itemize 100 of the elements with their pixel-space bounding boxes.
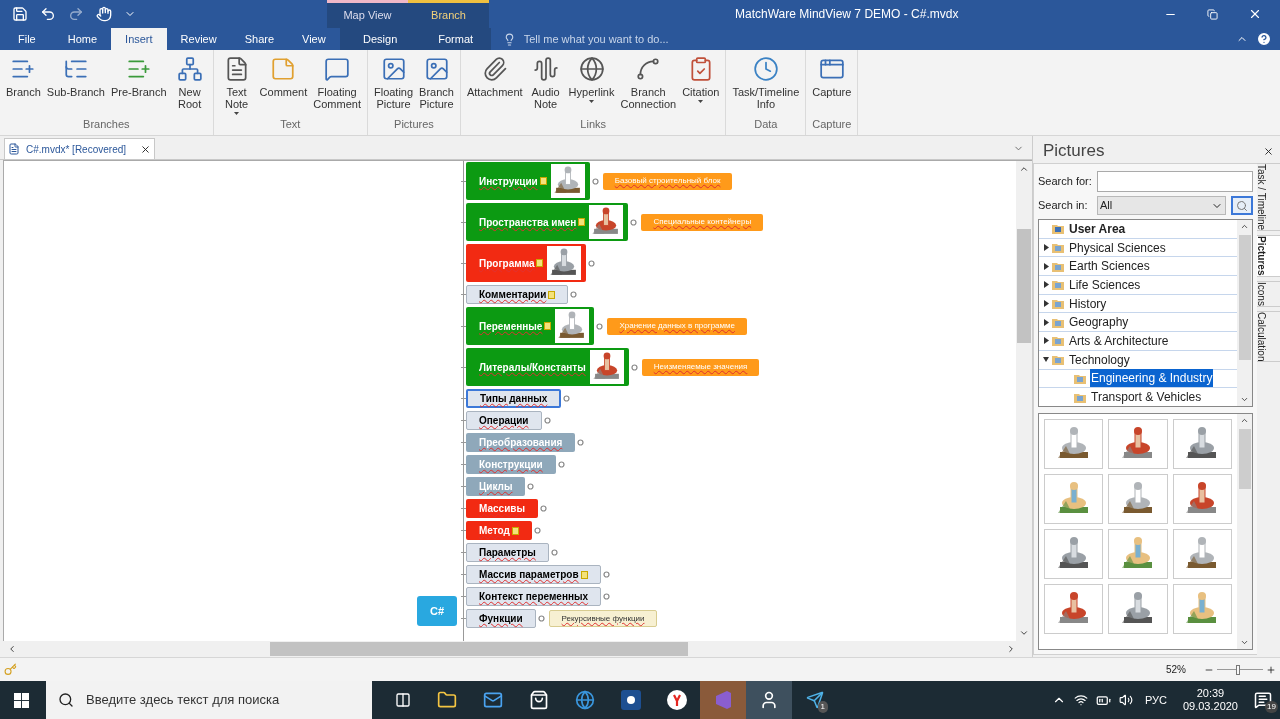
tree-item[interactable]: Life Sciences	[1068, 275, 1142, 294]
scrollbar-thumb[interactable]	[1017, 229, 1031, 343]
tree-item[interactable]: User Area	[1068, 220, 1127, 238]
connector-dot-icon[interactable]	[570, 291, 578, 298]
mindmap-branch[interactable]: Операции	[466, 411, 542, 430]
mindmap-branch[interactable]: Программа	[466, 244, 587, 282]
collapsed-arrow-icon[interactable]	[1042, 244, 1049, 252]
connector-dot-icon[interactable]	[527, 483, 535, 490]
ribbon-button[interactable]: Citation	[679, 56, 723, 116]
mindmap-branch[interactable]: Контекст переменных	[466, 587, 602, 606]
side-tab[interactable]: Task / Timeline	[1257, 163, 1280, 232]
mindmap-canvas[interactable]	[4, 161, 1016, 641]
ribbon-button[interactable]: Floating Picture	[370, 56, 417, 116]
connector-dot-icon[interactable]	[630, 363, 638, 371]
network-icon[interactable]	[1073, 693, 1088, 707]
ribbon-tab[interactable]: Review	[166, 28, 231, 50]
ribbon-button[interactable]: Sub-Branch	[43, 56, 108, 116]
connector-dot-icon[interactable]	[596, 322, 604, 330]
ribbon-tab[interactable]: Insert	[111, 28, 167, 50]
mindmap-branch[interactable]: Литералы/Константы	[466, 348, 629, 386]
tell-me-field[interactable]: Tell me what you want to do...	[523, 30, 669, 48]
side-tab[interactable]: Calculation	[1257, 310, 1280, 362]
volume-icon[interactable]	[1118, 693, 1133, 707]
connector-dot-icon[interactable]	[577, 439, 585, 446]
collapsed-arrow-icon[interactable]	[1042, 281, 1049, 289]
search-field[interactable]	[1097, 171, 1253, 192]
side-tab[interactable]: Pictures	[1257, 235, 1280, 277]
connector-dot-icon[interactable]	[550, 549, 558, 556]
store-icon[interactable]	[529, 690, 549, 710]
zoom-slider-thumb[interactable]	[1235, 664, 1240, 675]
scroll-up-icon[interactable]	[1240, 222, 1249, 231]
undo-icon[interactable]	[40, 6, 56, 22]
collapsed-arrow-icon[interactable]	[1042, 262, 1049, 270]
connector-dot-icon[interactable]	[557, 461, 565, 468]
ribbon-button[interactable]: Floating Comment	[310, 56, 364, 116]
ribbon-button[interactable]: Text Note	[216, 56, 257, 116]
tree-item[interactable]: Earth Sciences	[1068, 257, 1151, 276]
connector-dot-icon[interactable]	[630, 218, 638, 226]
taskbar-search-field[interactable]: Введите здесь текст для поиска	[46, 681, 372, 719]
app-icon[interactable]	[621, 690, 641, 710]
document-tab[interactable]: C#.mvdx* [Recovered]	[4, 138, 156, 159]
scrollbar-thumb[interactable]	[1238, 429, 1251, 489]
save-icon[interactable]	[12, 6, 28, 22]
tree-item[interactable]: Arts & Architecture	[1068, 331, 1170, 350]
tree-item[interactable]: History	[1068, 294, 1108, 313]
collapsed-arrow-icon[interactable]	[1042, 337, 1049, 345]
expanded-arrow-icon[interactable]	[1042, 356, 1049, 364]
mail-icon[interactable]	[483, 690, 503, 710]
mindmap-branch[interactable]: Типы данных	[466, 389, 562, 408]
connector-dot-icon[interactable]	[591, 177, 599, 185]
ribbon-button[interactable]: Pre-Branch	[107, 56, 170, 116]
scrollbar-thumb[interactable]	[1238, 235, 1251, 360]
touch-mode-icon[interactable]	[96, 6, 112, 22]
mindmap-branch[interactable]: Комментарии	[466, 285, 569, 304]
scroll-left-icon[interactable]	[7, 644, 17, 654]
restore-icon[interactable]	[1207, 8, 1218, 20]
ribbon-tab[interactable]: Share	[230, 28, 289, 50]
tree-item[interactable]: Physical Sciences	[1068, 238, 1167, 257]
ribbon-button[interactable]: Task/Timeline Info	[729, 56, 803, 116]
ribbon-button[interactable]: Comment	[256, 56, 311, 116]
connector-dot-icon[interactable]	[603, 593, 611, 600]
taskbar-app-button[interactable]: 1	[792, 681, 838, 719]
collapsed-arrow-icon[interactable]	[1042, 318, 1049, 326]
close-icon[interactable]	[1248, 7, 1262, 21]
ribbon-button[interactable]: Hyperlink	[565, 56, 618, 116]
scroll-down-icon[interactable]	[1019, 628, 1029, 638]
connector-dot-icon[interactable]	[588, 259, 596, 267]
ribbon-tab[interactable]: Format	[420, 28, 491, 50]
task-view-icon[interactable]	[395, 692, 411, 708]
tree-item[interactable]: Transport & Vehicles	[1090, 388, 1203, 406]
category-dropdown[interactable]: All	[1097, 196, 1226, 215]
browser-icon[interactable]	[667, 690, 687, 710]
mindmap-branch[interactable]: Инструкции	[466, 162, 590, 200]
ribbon-tab[interactable]: Home	[53, 28, 112, 50]
mindmap-branch[interactable]: Функции	[466, 609, 536, 628]
ribbon-button[interactable]: Branch Picture	[416, 56, 457, 116]
callout[interactable]: Рекурсивные функции	[548, 610, 658, 627]
mindmap-branch[interactable]: Параметры	[466, 543, 549, 562]
mindmap-branch[interactable]: Пространства имен	[466, 203, 629, 241]
connector-dot-icon[interactable]	[533, 527, 541, 534]
side-tab[interactable]: Icons	[1257, 280, 1280, 307]
scroll-down-icon[interactable]	[1240, 395, 1249, 404]
connector-dot-icon[interactable]	[563, 395, 571, 402]
search-button[interactable]	[1231, 196, 1253, 215]
scroll-right-icon[interactable]	[1006, 644, 1016, 654]
ribbon-button[interactable]: New Root	[169, 56, 210, 116]
mindmap-branch[interactable]: Массив параметров	[466, 565, 601, 584]
mindmap-branch[interactable]: Метод	[466, 521, 532, 540]
help-icon[interactable]	[1256, 31, 1272, 47]
close-icon[interactable]	[1263, 145, 1274, 157]
connector-dot-icon[interactable]	[540, 505, 547, 512]
tree-item[interactable]: Geography	[1068, 313, 1130, 332]
ribbon-tab[interactable]: File	[0, 28, 54, 50]
ribbon-button[interactable]: Capture	[809, 56, 855, 116]
ribbon-button[interactable]: Attachment	[463, 56, 526, 116]
scroll-up-icon[interactable]	[1019, 164, 1029, 174]
connector-dot-icon[interactable]	[537, 615, 545, 622]
tree-item[interactable]: Technology	[1068, 350, 1131, 369]
vertical-scrollbar[interactable]	[1237, 220, 1252, 406]
ribbon-button[interactable]: Branch Connection	[617, 56, 680, 116]
